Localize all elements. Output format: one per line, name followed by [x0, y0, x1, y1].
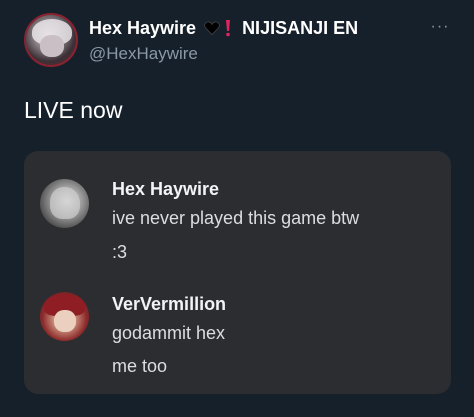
- tweet-text: LIVE now: [24, 97, 123, 123]
- message-author: VerVermillion: [112, 294, 227, 314]
- author-name-row: Hex Haywire NIJISANJI EN: [89, 16, 358, 40]
- affiliation-label: NIJISANJI EN: [242, 17, 359, 38]
- profile-avatar[interactable]: [24, 13, 78, 67]
- avatar: [40, 292, 89, 341]
- message-author: Hex Haywire: [112, 179, 220, 199]
- avatar: [40, 179, 89, 228]
- tweet: Hex Haywire NIJISANJI EN @HexHaywire ···…: [0, 0, 474, 417]
- user-handle[interactable]: @HexHaywire: [89, 44, 198, 64]
- message-text: ive never played this game btw: [112, 208, 360, 228]
- message-text: godammit hex: [112, 323, 226, 343]
- more-options-icon[interactable]: ···: [430, 19, 450, 35]
- message-text: :3: [112, 242, 128, 262]
- message-text: me too: [112, 356, 168, 376]
- black-heart-icon: [204, 20, 220, 36]
- red-exclamation-icon: [224, 19, 232, 37]
- chat-screenshot-card: Hex Haywire ive never played this game b…: [24, 151, 451, 394]
- display-name[interactable]: Hex Haywire: [89, 18, 196, 39]
